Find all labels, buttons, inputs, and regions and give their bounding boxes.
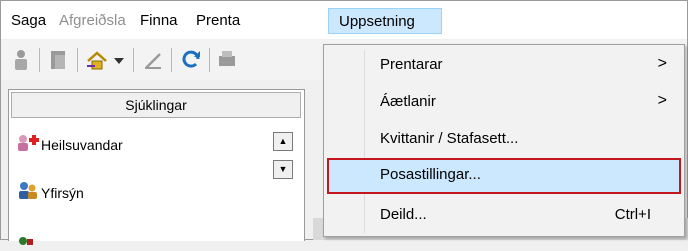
menu-uppsetning[interactable]: Uppsetning [328,8,442,34]
menu-item-label: Kvittanir / Stafasett... [380,130,519,147]
menu-item-label: Áætlanir [380,93,436,110]
nav-item-label: Heilsuvandar [41,137,123,153]
menu-item-label: Deild... [380,206,427,223]
menu-item-aaetlanir[interactable]: Áætlanir > [327,85,681,119]
shortcut-label: Ctrl+I [614,206,651,223]
chevron-right-icon: > [657,92,667,109]
menu-item-label: Prentarar [380,56,443,73]
menu-item-kvittanir[interactable]: Kvittanir / Stafasett... [327,122,681,156]
toolbar-separator [39,48,40,72]
menu-item-prentarar[interactable]: Prentarar > [327,48,681,82]
red-cross-person-icon [17,132,39,158]
menu-bar: Saga Afgreiðsla Finna Prenta Uppsetning [1,1,687,39]
menu-saga[interactable]: Saga [5,10,52,32]
menu-finna[interactable]: Finna [134,10,184,32]
partial-icon [17,229,39,251]
nav-item-yfirsyn[interactable]: Yfirsýn [17,180,84,202]
toolbar-separator [209,48,210,72]
patients-panel: Sjúklingar Heilsuvandar Yfirsýn ▲ ▼ [8,89,305,246]
chevron-right-icon: > [657,55,667,72]
panel-header-button[interactable]: Sjúklingar [11,92,301,118]
dropdown-arrow-icon[interactable] [111,48,127,72]
menu-afgreidsla[interactable]: Afgreiðsla [53,10,132,32]
uppsetning-dropdown-menu: Prentarar > Áætlanir > Kvittanir / Stafa… [323,44,685,237]
menu-item-deild[interactable]: Deild... Ctrl+I [327,198,681,232]
toolbar-separator [133,48,134,72]
scroll-up-button[interactable]: ▲ [273,132,293,151]
nav-item-partial[interactable] [17,228,41,250]
toolbar-separator [171,48,172,72]
menu-item-posastillingar[interactable]: Posastillingar... [327,158,681,194]
records-icon[interactable] [47,48,71,72]
menu-item-label: Posastillingar... [380,166,481,183]
refresh-icon[interactable] [179,48,203,72]
toolbar-separator [77,48,78,72]
pen-icon[interactable] [141,48,165,72]
people-icon [17,180,39,206]
nav-item-label: Yfirsýn [41,185,84,201]
nav-item-heilsuvandar[interactable]: Heilsuvandar [17,132,123,154]
scroll-down-button[interactable]: ▼ [273,160,293,179]
printer-icon[interactable] [217,48,235,72]
home-icon[interactable] [85,48,109,72]
patient-icon[interactable] [9,48,33,72]
menu-prenta[interactable]: Prenta [190,10,246,32]
